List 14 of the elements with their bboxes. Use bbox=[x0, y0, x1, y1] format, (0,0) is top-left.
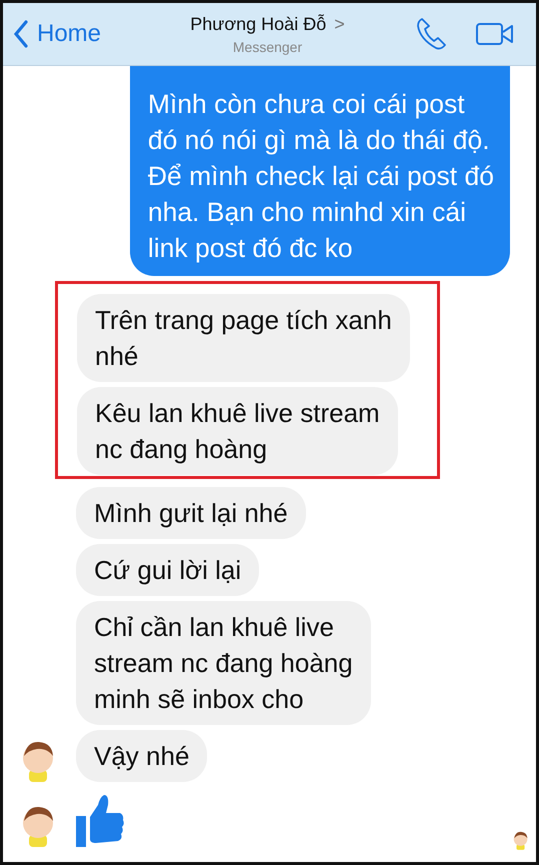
contact-name[interactable]: Phương Hoài Đỗ bbox=[190, 14, 326, 34]
thumbs-up-icon bbox=[76, 795, 124, 847]
message-bubble: Cứ gui lời lại bbox=[76, 544, 260, 596]
message-bubble: Trên trang page tích xanh nhé bbox=[77, 294, 410, 382]
phone-icon[interactable] bbox=[416, 17, 448, 51]
message-bubble: Kêu lan khuê live stream nc đang hoàng bbox=[77, 387, 398, 475]
back-button[interactable]: Home bbox=[13, 20, 102, 48]
chevron-text: > bbox=[334, 14, 345, 34]
video-camera-icon[interactable] bbox=[476, 22, 514, 46]
subtitle: Messenger bbox=[232, 38, 302, 54]
message-bubble: Vậy nhé bbox=[76, 730, 208, 782]
back-chevron-icon bbox=[13, 20, 29, 48]
message-bubble: Mình gưit lại nhé bbox=[76, 487, 306, 539]
message-bubble: Chỉ cần lan khuê live stream nc đang hoàng minh sẽ inbox cho bbox=[76, 601, 371, 725]
